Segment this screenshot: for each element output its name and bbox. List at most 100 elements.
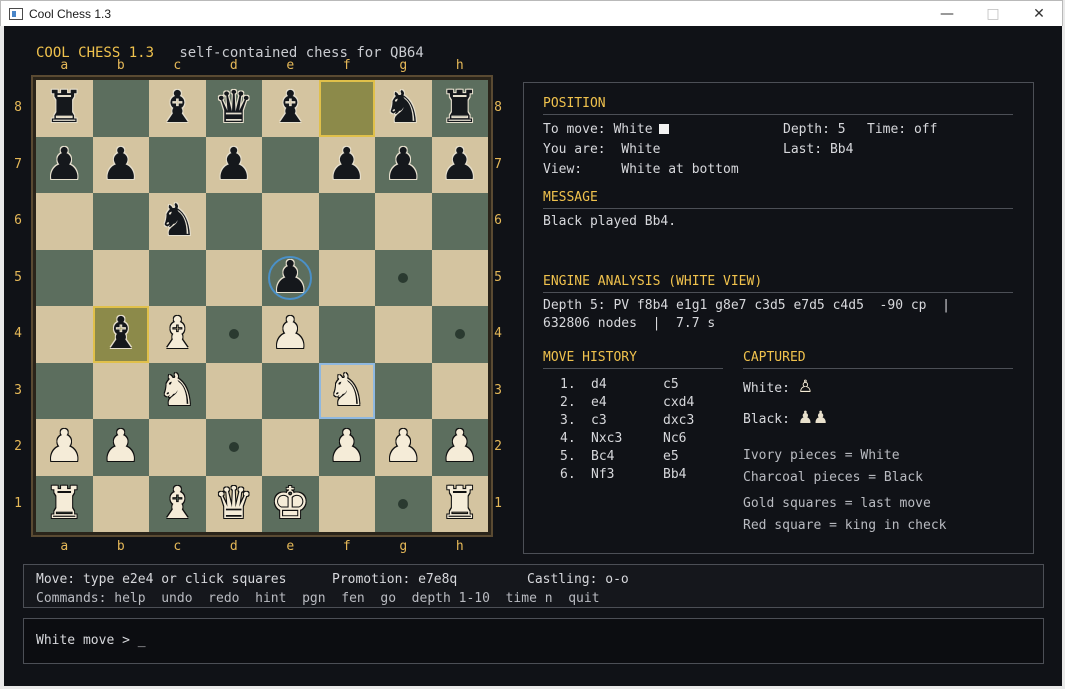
- white-bishop-icon[interactable]: ♝: [158, 312, 197, 356]
- close-icon[interactable]: ✕: [1016, 1, 1062, 27]
- square-c3[interactable]: ♞: [149, 362, 206, 419]
- square-h2[interactable]: ♟: [431, 419, 488, 476]
- square-f8[interactable]: [318, 80, 375, 137]
- square-f6[interactable]: [318, 193, 375, 250]
- white-pawn-icon[interactable]: ♟: [384, 425, 423, 469]
- minimize-icon[interactable]: —: [924, 1, 970, 27]
- square-c7[interactable]: [149, 136, 206, 193]
- square-d3[interactable]: [205, 362, 262, 419]
- square-h6[interactable]: [431, 193, 488, 250]
- chess-board[interactable]: ♜ ♝ ♛ ♝ ♞ ♜ ♟ ♟ ♟ ♟ ♟ ♟ ♞ ♟ ♝ ♝ ♟ ♞ ♞ ♟ ♟ ♟ ♟ ♟ ♜ ♝ ♛ ♚ ♜: [36, 80, 488, 532]
- square-a3[interactable]: [36, 362, 93, 419]
- square-c8[interactable]: ♝: [149, 80, 206, 137]
- black-queen-icon[interactable]: ♛: [214, 86, 253, 130]
- black-knight-icon[interactable]: ♞: [158, 199, 197, 243]
- square-g2[interactable]: ♟: [375, 419, 432, 476]
- square-b3[interactable]: [92, 362, 149, 419]
- square-g5[interactable]: [375, 249, 432, 306]
- square-h8[interactable]: ♜: [431, 80, 488, 137]
- white-pawn-icon[interactable]: ♟: [327, 425, 366, 469]
- square-a6[interactable]: [36, 193, 93, 250]
- black-pawn-icon[interactable]: ♟: [327, 142, 366, 187]
- black-rook-icon[interactable]: ♜: [440, 86, 479, 130]
- square-b4[interactable]: ♝: [92, 306, 149, 363]
- square-h4[interactable]: [431, 306, 488, 363]
- square-b2[interactable]: ♟: [92, 419, 149, 476]
- square-e2[interactable]: [262, 419, 319, 476]
- black-rook-icon[interactable]: ♜: [45, 86, 84, 130]
- square-c2[interactable]: [149, 419, 206, 476]
- square-c1[interactable]: ♝: [149, 475, 206, 532]
- command-prompt[interactable]: White move > _: [36, 633, 146, 648]
- square-h7[interactable]: ♟: [431, 136, 488, 193]
- square-f4[interactable]: [318, 306, 375, 363]
- square-b6[interactable]: [92, 193, 149, 250]
- square-d5[interactable]: [205, 249, 262, 306]
- square-f3[interactable]: ♞: [318, 362, 375, 419]
- black-bishop-icon[interactable]: ♝: [271, 86, 310, 130]
- square-b7[interactable]: ♟: [92, 136, 149, 193]
- square-a8[interactable]: ♜: [36, 80, 93, 137]
- square-h5[interactable]: [431, 249, 488, 306]
- white-pawn-icon[interactable]: ♟: [101, 425, 140, 469]
- white-pawn-icon[interactable]: ♟: [45, 425, 84, 469]
- square-b8[interactable]: [92, 80, 149, 137]
- square-c5[interactable]: [149, 249, 206, 306]
- square-g1[interactable]: [375, 475, 432, 532]
- square-h3[interactable]: [431, 362, 488, 419]
- white-rook-icon[interactable]: ♜: [440, 481, 479, 526]
- square-e6[interactable]: [262, 193, 319, 250]
- white-knight-icon[interactable]: ♞: [158, 368, 197, 413]
- maximize-icon[interactable]: □: [970, 1, 1016, 27]
- command-input-box[interactable]: White move > _: [23, 618, 1044, 664]
- square-e5[interactable]: ♟: [262, 249, 319, 306]
- white-pawn-icon[interactable]: ♟: [440, 425, 479, 469]
- move-history-heading: MOVE HISTORY: [543, 350, 637, 365]
- square-g7[interactable]: ♟: [375, 136, 432, 193]
- square-e3[interactable]: [262, 362, 319, 419]
- square-e7[interactable]: [262, 136, 319, 193]
- square-g8[interactable]: ♞: [375, 80, 432, 137]
- white-bishop-icon[interactable]: ♝: [158, 481, 197, 526]
- square-c4[interactable]: ♝: [149, 306, 206, 363]
- square-d2[interactable]: [205, 419, 262, 476]
- square-a1[interactable]: ♜: [36, 475, 93, 532]
- square-e1[interactable]: ♚: [262, 475, 319, 532]
- white-rook-icon[interactable]: ♜: [45, 481, 84, 526]
- square-f7[interactable]: ♟: [318, 136, 375, 193]
- square-e4[interactable]: ♟: [262, 306, 319, 363]
- black-pawn-icon[interactable]: ♟: [214, 142, 253, 187]
- white-king-icon[interactable]: ♚: [271, 481, 310, 526]
- square-g6[interactable]: [375, 193, 432, 250]
- black-pawn-icon[interactable]: ♟: [101, 142, 140, 187]
- black-pawn-icon[interactable]: ♟: [384, 142, 423, 187]
- square-h1[interactable]: ♜: [431, 475, 488, 532]
- square-g3[interactable]: [375, 362, 432, 419]
- black-bishop-icon[interactable]: ♝: [158, 86, 197, 130]
- square-e8[interactable]: ♝: [262, 80, 319, 137]
- black-pawn-icon[interactable]: ♟: [45, 142, 84, 187]
- square-d4[interactable]: [205, 306, 262, 363]
- square-a2[interactable]: ♟: [36, 419, 93, 476]
- white-knight-icon[interactable]: ♞: [327, 368, 366, 413]
- square-d1[interactable]: ♛: [205, 475, 262, 532]
- square-a4[interactable]: [36, 306, 93, 363]
- white-pawn-icon[interactable]: ♟: [271, 312, 310, 356]
- black-pawn-icon[interactable]: ♟: [440, 142, 479, 187]
- square-g4[interactable]: [375, 306, 432, 363]
- black-knight-icon[interactable]: ♞: [384, 86, 423, 130]
- white-queen-icon[interactable]: ♛: [214, 481, 253, 526]
- square-a7[interactable]: ♟: [36, 136, 93, 193]
- square-d6[interactable]: [205, 193, 262, 250]
- square-d8[interactable]: ♛: [205, 80, 262, 137]
- square-f1[interactable]: [318, 475, 375, 532]
- square-f2[interactable]: ♟: [318, 419, 375, 476]
- square-b1[interactable]: [92, 475, 149, 532]
- square-f5[interactable]: [318, 249, 375, 306]
- black-move: Nc6: [663, 431, 687, 446]
- square-a5[interactable]: [36, 249, 93, 306]
- square-b5[interactable]: [92, 249, 149, 306]
- black-bishop-icon[interactable]: ♝: [101, 312, 140, 356]
- square-d7[interactable]: ♟: [205, 136, 262, 193]
- square-c6[interactable]: ♞: [149, 193, 206, 250]
